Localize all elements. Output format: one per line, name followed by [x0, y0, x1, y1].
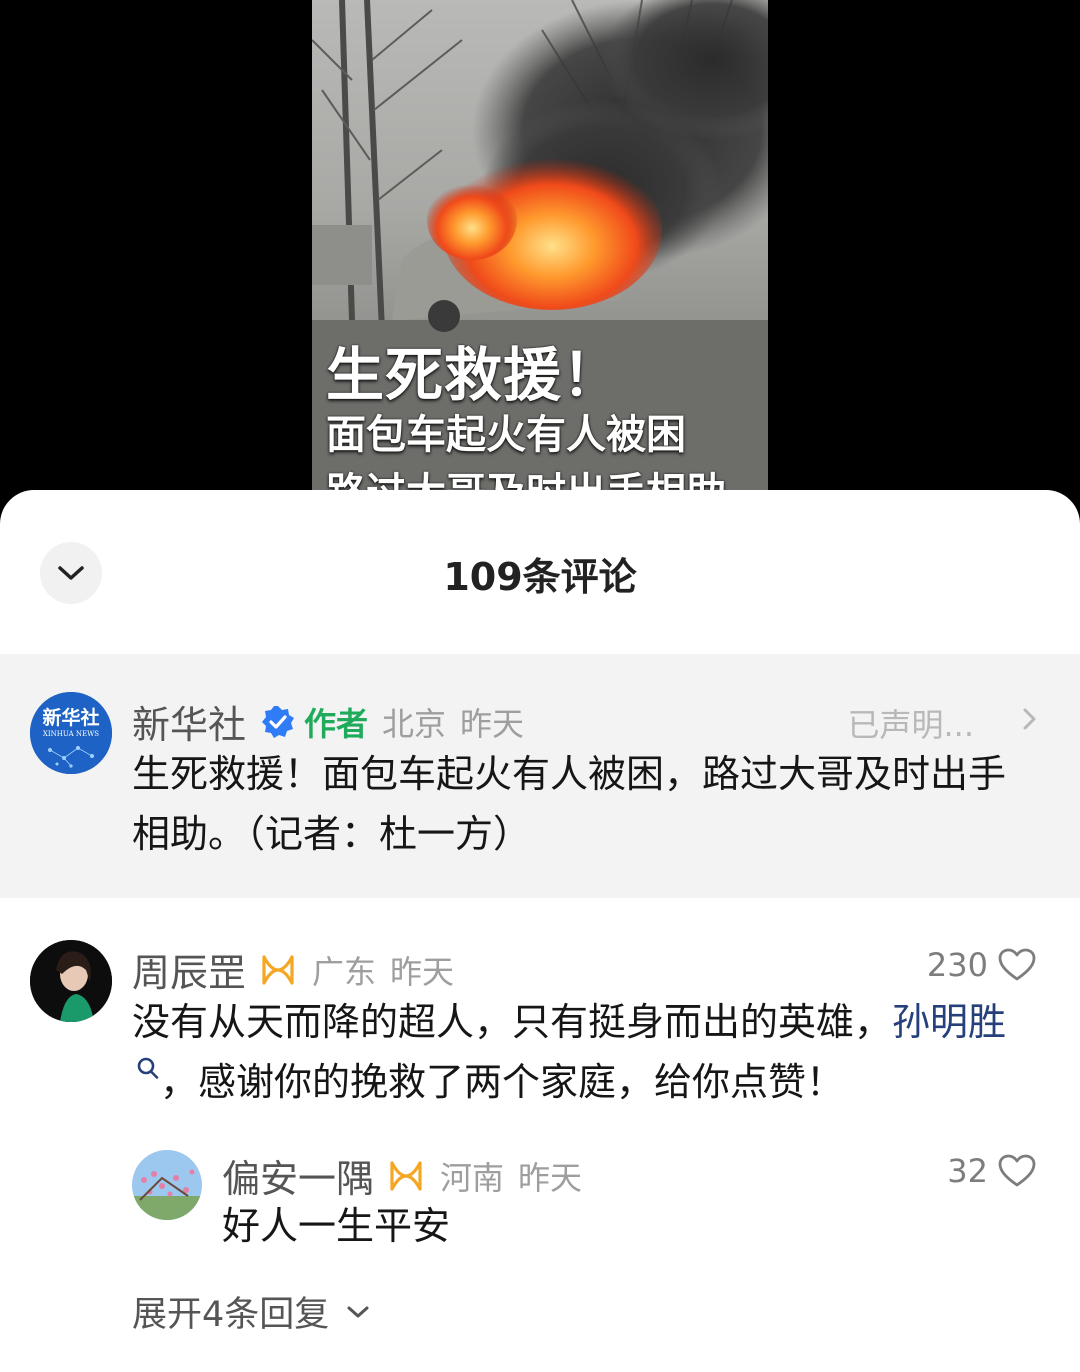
author-post[interactable]: 新华社 XINHUA NEWS 新华社 作者 北京 昨天 已声明... 生死救援… — [0, 654, 1080, 898]
xinhua-logo: 新华社 XINHUA NEWS — [30, 692, 112, 774]
user-avatar[interactable] — [132, 1150, 202, 1220]
author-tag: 作者 — [304, 704, 369, 743]
like-button[interactable]: 230 — [927, 946, 1036, 984]
vip-icon — [386, 1159, 426, 1193]
like-button[interactable]: 32 — [947, 1152, 1036, 1190]
user-avatar[interactable] — [30, 940, 112, 1022]
author-post-text: 生死救援！面包车起火有人被困，路过大哥及时出手相助。（记者：杜一方） — [132, 752, 1007, 856]
verified-icon — [260, 704, 296, 740]
expand-replies-label: 展开4条回复 — [132, 1295, 330, 1335]
chevron-right-icon[interactable] — [1020, 704, 1040, 734]
chevron-down-icon — [347, 1306, 369, 1317]
video-frame: 生死救援！ 面包车起火有人被困 路过大哥及时出手相助 — [312, 0, 768, 520]
author-username[interactable]: 新华社 — [132, 694, 246, 749]
timestamp: 昨天 — [460, 704, 525, 743]
heart-icon — [998, 1154, 1036, 1187]
video-player[interactable]: 生死救援！ 面包车起火有人被困 路过大哥及时出手相助 — [0, 0, 1080, 520]
comments-count-title: 109条评论 — [443, 555, 637, 599]
sheet-header: 109条评论 — [0, 490, 1080, 654]
like-count: 32 — [947, 1152, 988, 1190]
heart-icon — [998, 948, 1036, 981]
location: 北京 — [382, 704, 447, 743]
search-link-text[interactable]: 孙明胜 — [892, 1000, 1006, 1044]
search-icon — [137, 1057, 159, 1079]
vip-icon — [258, 953, 298, 987]
comments-sheet: 109条评论 新华社 XINHUA NEWS 新华社 作者 北京 昨天 已声明.… — [0, 490, 1080, 1372]
author-avatar[interactable]: 新华社 XINHUA NEWS — [30, 692, 112, 774]
expand-replies-button[interactable]: 展开4条回复 — [132, 1286, 371, 1337]
video-caption-title: 生死救援！ — [326, 341, 622, 409]
timestamp: 昨天 — [518, 1158, 583, 1197]
declared-label[interactable]: 已声明... — [847, 700, 974, 746]
comment-text-part: 没有从天而降的超人，只有挺身而出的英雄， — [132, 1000, 893, 1044]
svg-text:新华社: 新华社 — [42, 706, 99, 729]
reply-username[interactable]: 偏安一隅 — [222, 1148, 374, 1203]
comment-text: 没有从天而降的超人，只有挺身而出的英雄，孙明胜 ，感谢你的挽救了两个家庭，给你点赞… — [132, 992, 1012, 1112]
svg-text:XINHUA NEWS: XINHUA NEWS — [43, 730, 99, 738]
reply-text: 好人一生平安 — [222, 1204, 451, 1248]
comment-text-part: ，感谢你的挽救了两个家庭，给你点赞！ — [160, 1060, 845, 1104]
comment-username[interactable]: 周辰罡 — [132, 942, 246, 997]
timestamp: 昨天 — [390, 952, 455, 991]
like-count: 230 — [926, 946, 988, 984]
location: 广东 — [312, 952, 377, 991]
video-caption-line: 面包车起火有人被困 — [326, 412, 686, 458]
location: 河南 — [440, 1158, 505, 1197]
